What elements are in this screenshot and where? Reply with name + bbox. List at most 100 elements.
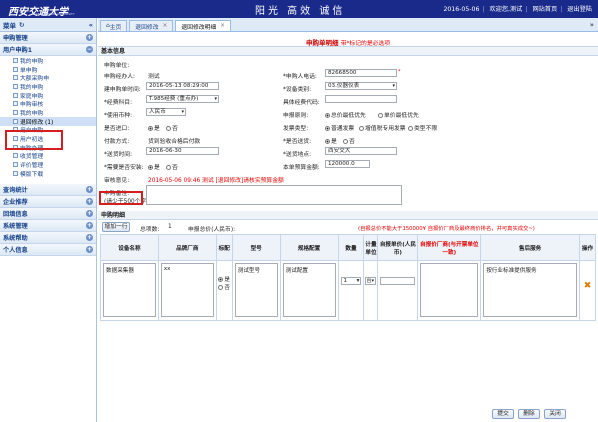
close-icon[interactable]: × bbox=[163, 23, 168, 29]
vendor-textarea[interactable] bbox=[420, 263, 479, 317]
sidebar-item[interactable]: 模版下载 bbox=[0, 169, 96, 178]
expand-icon[interactable]: + bbox=[86, 233, 93, 241]
sidebar-item-label: 模版下载 bbox=[20, 171, 44, 178]
page-icon bbox=[13, 118, 18, 124]
menu-group[interactable]: 查询统计 + bbox=[0, 183, 96, 196]
sidebar-item[interactable]: 申购审核 bbox=[0, 99, 96, 108]
cell-vendor[interactable] bbox=[417, 260, 482, 321]
budget-code-label: 具体经费代码: bbox=[283, 100, 320, 106]
radio-icon bbox=[218, 277, 224, 282]
name-textarea[interactable]: 数据采集器 bbox=[103, 263, 156, 317]
expand-icon[interactable]: + bbox=[86, 185, 93, 193]
tab-menu-icon[interactable]: » bbox=[590, 21, 594, 29]
collapse-group-icon[interactable]: − bbox=[86, 46, 93, 53]
sidebar-item[interactable]: 收货管理 bbox=[0, 152, 96, 160]
sidebar-item[interactable]: 我的申购 bbox=[0, 82, 96, 91]
home-link[interactable]: 网站首页 bbox=[532, 6, 557, 13]
cell-qty[interactable]: 1 ▾ bbox=[337, 260, 365, 321]
cell-name[interactable]: 数据采集器 bbox=[100, 260, 159, 321]
refresh-icon[interactable]: ↻ bbox=[19, 21, 24, 29]
remark-textarea[interactable] bbox=[146, 185, 402, 205]
expand-icon[interactable]: + bbox=[86, 197, 93, 205]
tab-home[interactable]: ⌂ 主页 bbox=[100, 20, 128, 31]
sidebar-item[interactable]: 大额采购申 bbox=[0, 73, 96, 82]
menu-group[interactable]: 回填信息 + bbox=[0, 207, 96, 220]
assembly-radio-no[interactable]: 否 bbox=[166, 162, 178, 171]
brand-textarea[interactable]: xx bbox=[160, 263, 214, 317]
sidebar-item[interactable]: 评价管理 bbox=[0, 160, 96, 169]
menu-group[interactable]: 系统帮助 + bbox=[0, 231, 96, 244]
invoice-radio-2[interactable]: 增值税专用发票 bbox=[359, 123, 406, 132]
expand-icon[interactable]: + bbox=[86, 221, 93, 229]
close-button[interactable]: 关闭 bbox=[544, 409, 566, 419]
invoice-radio-3[interactable]: 类型不限 bbox=[408, 123, 437, 132]
address-input[interactable]: 西安交大 bbox=[325, 147, 397, 155]
expand-icon[interactable]: + bbox=[86, 34, 93, 41]
collapse-icon[interactable]: « bbox=[89, 21, 93, 29]
delivery-date-input[interactable]: 2016-06-30 bbox=[146, 147, 219, 155]
page-icon bbox=[13, 66, 18, 72]
cell-price[interactable] bbox=[377, 260, 419, 321]
budget-select[interactable]: T.985经费 (重点办) bbox=[146, 95, 219, 103]
date-label: *送货时间: bbox=[104, 152, 133, 158]
cell-service[interactable]: 按行业标准提供服务 bbox=[480, 260, 580, 321]
qty-select[interactable]: 1 ▾ bbox=[340, 277, 362, 285]
tab-return-edit-detail[interactable]: 退回修改明细 × bbox=[175, 20, 232, 31]
currency-select[interactable]: 人民币 bbox=[146, 108, 186, 116]
service-textarea[interactable]: 按行业标准提供服务 bbox=[483, 263, 577, 317]
budget-code-input[interactable] bbox=[325, 95, 397, 103]
phone-input[interactable]: 82668500 bbox=[325, 69, 397, 77]
sidebar-item[interactable]: 单申购 bbox=[0, 65, 96, 74]
items-table: 设备名称 品牌厂商 标配 型号 规格配置 数量 计量单位 自报单价(人民币) 自… bbox=[100, 234, 597, 321]
cell-model[interactable]: 测试型号 bbox=[231, 260, 281, 321]
menu-group[interactable]: 用户申购1 − bbox=[0, 44, 96, 56]
sidebar-item-label: 退回修改 (1) bbox=[20, 119, 54, 126]
delivery-radio-no[interactable]: 否 bbox=[343, 136, 355, 145]
cell-config[interactable]: 测试配置 bbox=[279, 260, 339, 321]
cell-standard[interactable]: 是 否 bbox=[215, 260, 233, 321]
cell-unit[interactable]: 台▾ bbox=[363, 260, 379, 321]
delivery-radio-yes[interactable]: 是 bbox=[325, 136, 337, 145]
tab-return-edit[interactable]: 退回修改 × bbox=[129, 20, 174, 31]
budget-total-input[interactable]: 120000.0 bbox=[325, 160, 370, 168]
principle-radio-2[interactable]: 单价最低优先 bbox=[378, 110, 419, 119]
menu-group[interactable]: 个人信息 + bbox=[0, 243, 96, 256]
invoice-radio-1[interactable]: 普通发票 bbox=[325, 123, 354, 132]
sidebar-item[interactable]: 我的申购 bbox=[0, 108, 96, 117]
section-basic: 基本信息 bbox=[98, 47, 598, 56]
expand-icon[interactable]: + bbox=[86, 209, 93, 217]
close-icon[interactable]: × bbox=[220, 23, 225, 29]
radio-icon bbox=[148, 126, 153, 131]
std-radio-yes[interactable]: 是 bbox=[217, 275, 232, 283]
form-title-text: 申购单明细 bbox=[305, 39, 339, 47]
delete-row-icon[interactable]: ✖ bbox=[584, 281, 592, 291]
import-radio-yes[interactable]: 是 bbox=[148, 123, 160, 132]
table-row: 数据采集器 xx 是 否 测试型号 测试配置 1 ▾ 台▾ 按行业标准提供服务 ✖ bbox=[100, 260, 597, 321]
std-radio-no[interactable]: 否 bbox=[217, 283, 232, 291]
expand-icon[interactable]: + bbox=[86, 245, 93, 253]
model-textarea[interactable]: 测试型号 bbox=[234, 263, 278, 317]
menu-group[interactable]: 申购管理 + bbox=[0, 32, 96, 44]
unit-select[interactable]: 台▾ bbox=[365, 277, 377, 285]
config-textarea[interactable]: 测试配置 bbox=[282, 263, 336, 317]
submit-button[interactable]: 提交 bbox=[492, 409, 514, 419]
sidebar-item[interactable]: 家庭申购 bbox=[0, 91, 96, 100]
import-radio-no[interactable]: 否 bbox=[166, 123, 178, 132]
sidebar-item[interactable]: 我的申购 bbox=[0, 56, 96, 65]
radio-icon bbox=[218, 285, 224, 290]
radio-icon bbox=[166, 165, 171, 170]
delete-button[interactable]: 删除 bbox=[518, 409, 540, 419]
logout-link[interactable]: 退出登陆 bbox=[567, 6, 592, 13]
principle-radio-1[interactable]: 总价最低优先 bbox=[325, 110, 366, 119]
principle-label: 申报原则: bbox=[283, 113, 309, 119]
menu-group[interactable]: 企业推荐 + bbox=[0, 195, 96, 208]
menu-group[interactable]: 系统管理 + bbox=[0, 219, 96, 232]
price-input[interactable] bbox=[380, 277, 416, 285]
sidebar-item-return-edit[interactable]: 退回修改 (1) bbox=[0, 116, 96, 126]
cell-brand[interactable]: xx bbox=[157, 260, 217, 321]
assembly-radio-yes[interactable]: 是 bbox=[148, 162, 160, 171]
created-input[interactable]: 2016-05-13 08:29:00 bbox=[146, 82, 219, 90]
page-icon bbox=[13, 92, 18, 98]
add-row-button[interactable]: 增加一行 bbox=[102, 222, 130, 232]
device-select[interactable]: 03.仪器仪表 bbox=[325, 82, 397, 90]
